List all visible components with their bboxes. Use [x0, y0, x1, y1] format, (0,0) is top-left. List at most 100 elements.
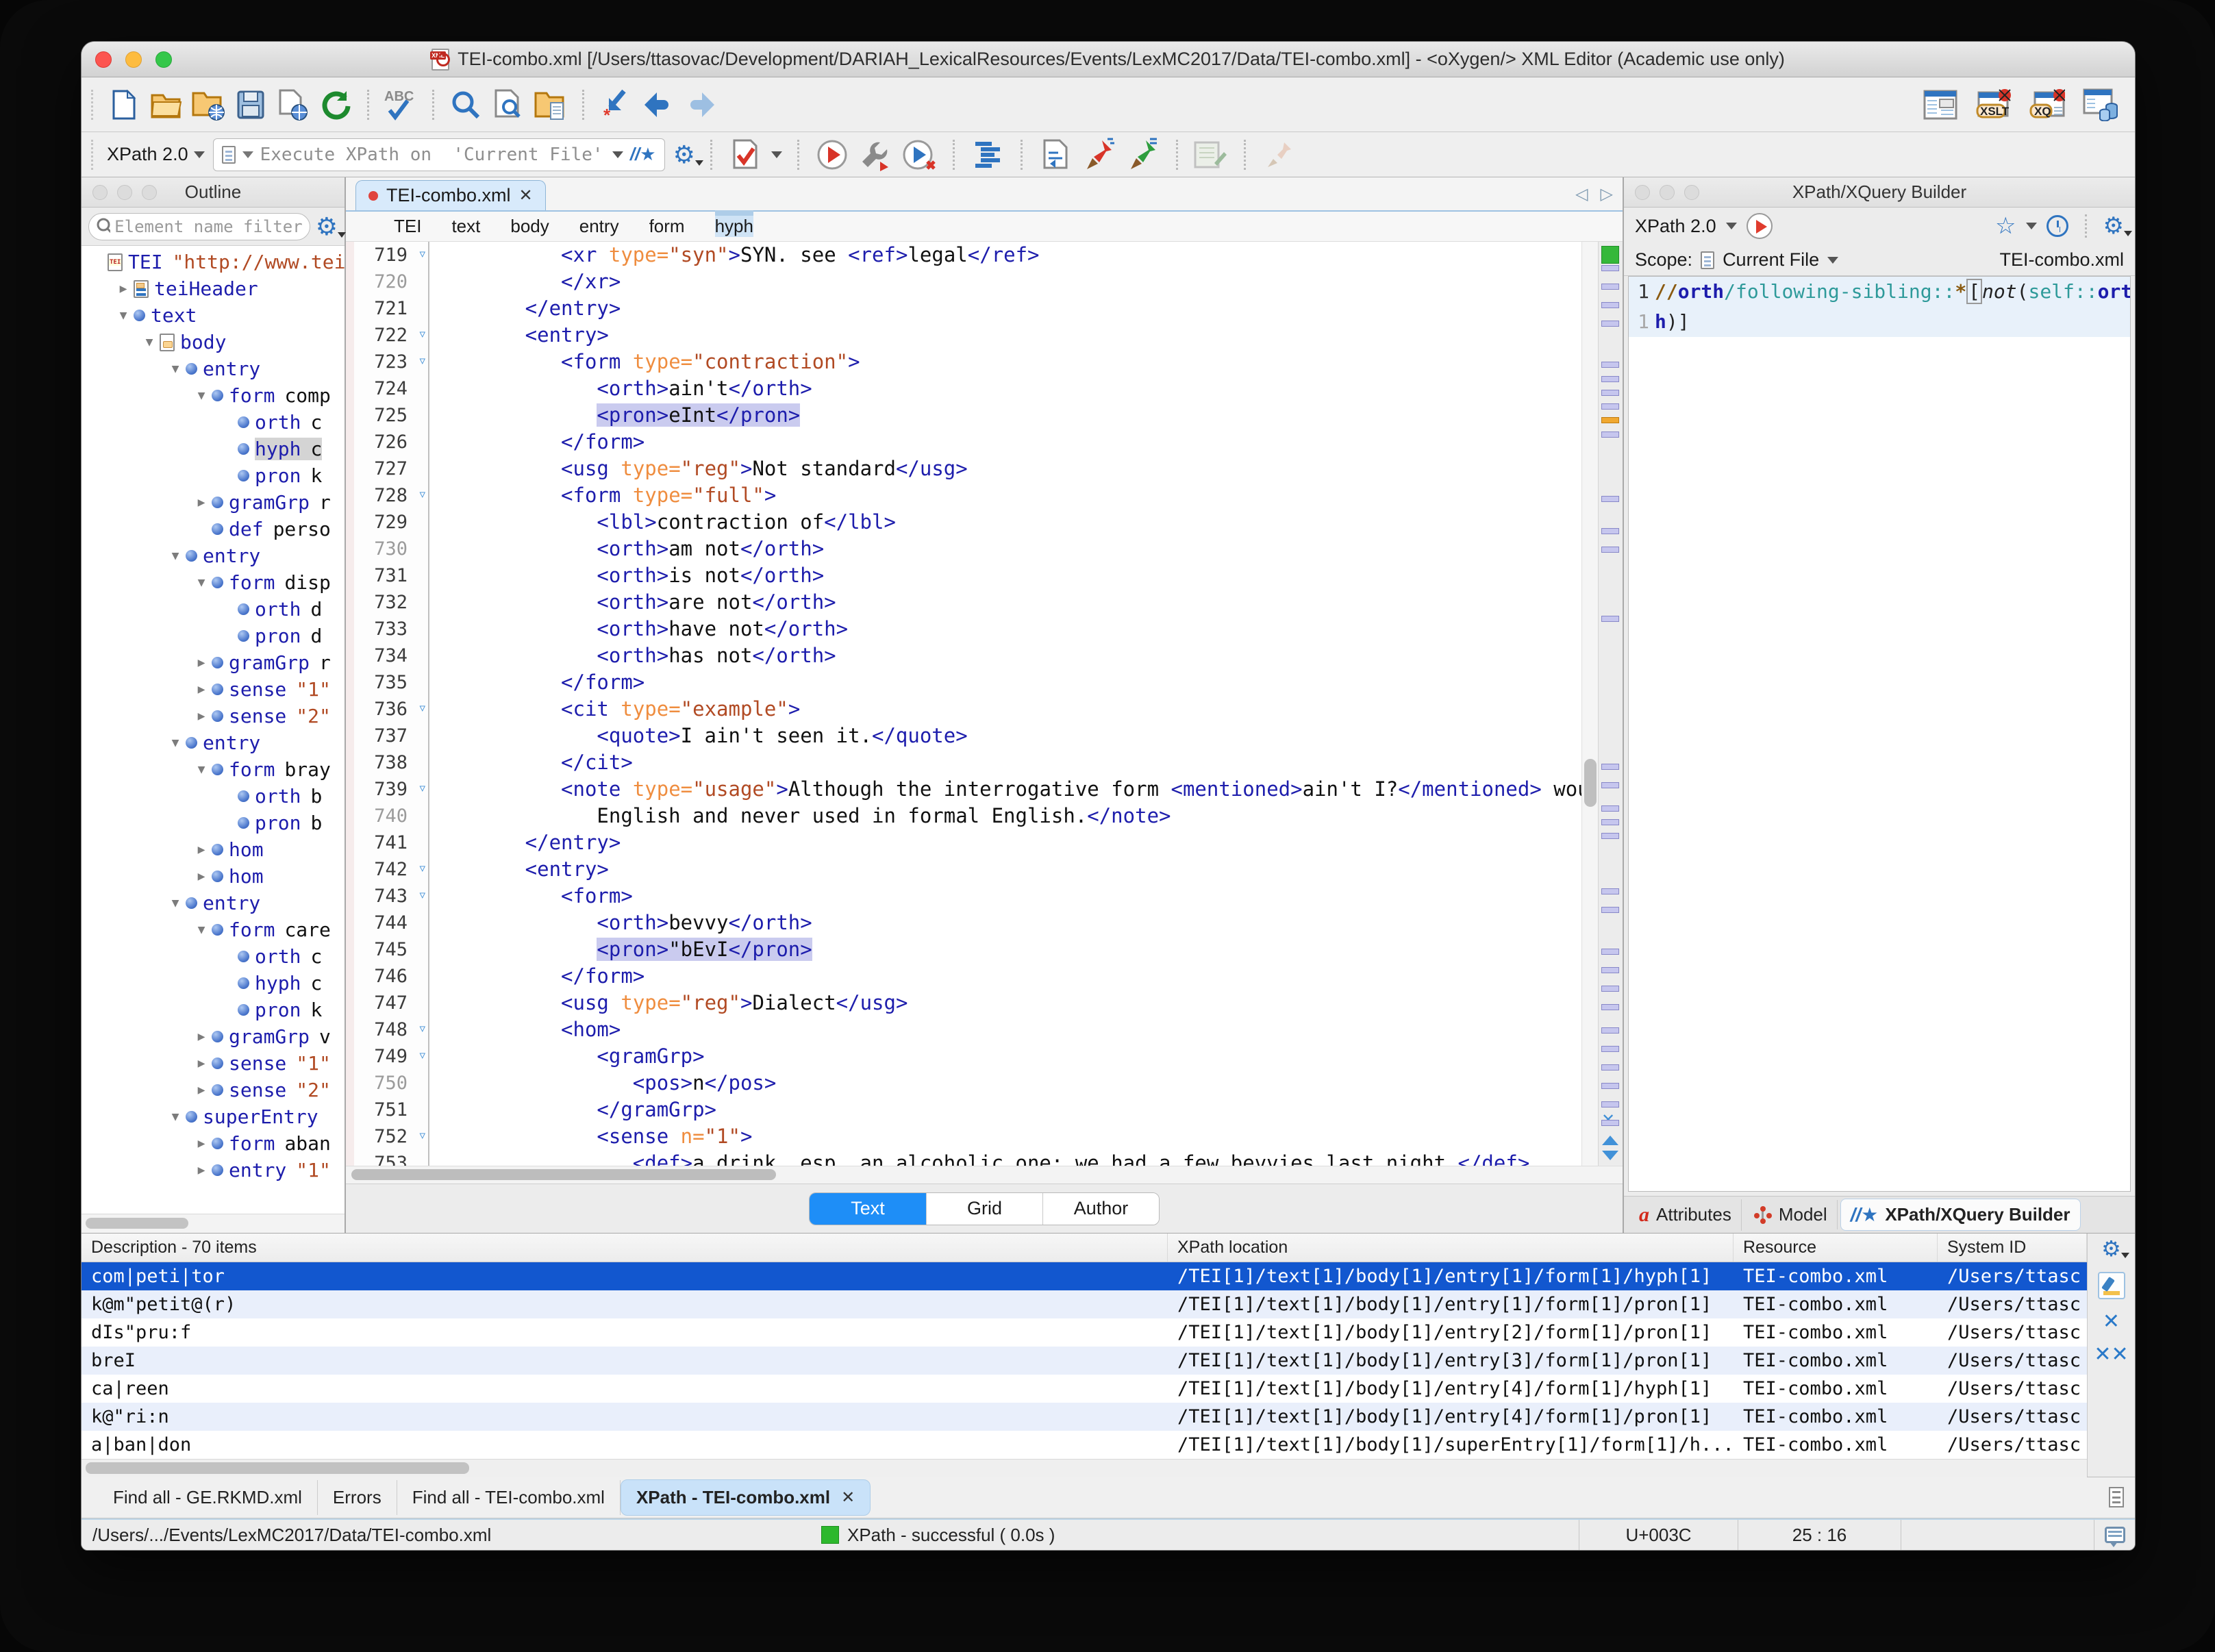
outline-item[interactable]: ▶gramGrpr: [82, 649, 345, 676]
execute-xpath-combo[interactable]: Execute XPath on 'Current File' //★: [213, 138, 665, 171]
outline-item[interactable]: prond: [82, 623, 345, 649]
outline-item[interactable]: ▶sense"2": [82, 1077, 345, 1103]
code-line[interactable]: 750<pos>n</pos>: [346, 1070, 1581, 1097]
outline-item[interactable]: hyphc: [82, 970, 345, 997]
panel-corner-icon[interactable]: [2109, 1487, 2124, 1507]
outline-item[interactable]: ▼entry: [82, 729, 345, 756]
code-line[interactable]: 733<orth>have not</orth>: [346, 616, 1581, 642]
highlight-mark[interactable]: [1601, 417, 1619, 423]
outline-item[interactable]: ▼text: [82, 302, 345, 329]
outline-item[interactable]: orthb: [82, 783, 345, 810]
code-line[interactable]: 748▿<hom>: [346, 1016, 1581, 1043]
outline-item[interactable]: ▼entry: [82, 542, 345, 569]
highlight-mark[interactable]: [1601, 1120, 1619, 1126]
debug-transformation-icon[interactable]: [902, 137, 938, 173]
xpath-engine-dropdown[interactable]: XPath 2.0: [107, 144, 205, 165]
code-line[interactable]: 741</entry>: [346, 829, 1581, 856]
code-line[interactable]: 720</xr>: [346, 268, 1581, 295]
execute-xpath-button[interactable]: [1747, 213, 1773, 239]
new-document-icon[interactable]: [105, 87, 141, 123]
code-line[interactable]: 740English and never used in formal Engl…: [346, 803, 1581, 829]
highlight-mark[interactable]: [1601, 833, 1619, 839]
result-row[interactable]: com|peti|tor/TEI[1]/text[1]/body[1]/entr…: [82, 1262, 2087, 1290]
chevron-down-icon[interactable]: [1726, 223, 1737, 229]
highlight-mark[interactable]: [1601, 888, 1619, 894]
close-tab-icon[interactable]: ✕: [519, 186, 533, 205]
code-line[interactable]: 739▿<note type="usage">Although the inte…: [346, 776, 1581, 803]
editor-vscrollbar[interactable]: [1581, 242, 1598, 1166]
outline-item[interactable]: ▶gramGrpr: [82, 489, 345, 516]
code-line[interactable]: 727<usg type="reg">Not standard</usg>: [346, 455, 1581, 482]
highlight-mark[interactable]: [1601, 1004, 1619, 1010]
outline-item[interactable]: orthc: [82, 943, 345, 970]
bottom-tab-3[interactable]: Find all - TEI-combo.xml: [397, 1480, 621, 1515]
database-perspective-icon[interactable]: [2083, 87, 2118, 123]
editor-hscrollbar[interactable]: [346, 1166, 1623, 1184]
results-settings-gear-icon[interactable]: ⚙: [2101, 1238, 2121, 1260]
chevron-down-icon[interactable]: [771, 151, 782, 158]
outline-item[interactable]: TEI"http://www.tei-: [82, 249, 345, 275]
next-highlight-icon[interactable]: [1602, 1151, 1618, 1160]
code-line[interactable]: 736▿<cit type="example">: [346, 696, 1581, 723]
code-line[interactable]: 734<orth>has not</orth>: [346, 642, 1581, 669]
outline-item[interactable]: ▼formcare: [82, 916, 345, 943]
reload-icon[interactable]: [318, 87, 353, 123]
highlight-mark[interactable]: [1601, 376, 1619, 382]
result-row[interactable]: dIs"pru:f/TEI[1]/text[1]/body[1]/entry[2…: [82, 1318, 2087, 1347]
bottom-tab-2[interactable]: Errors: [318, 1480, 397, 1515]
chevron-down-icon[interactable]: [1827, 257, 1838, 264]
code-line[interactable]: 719▿<xr type="syn">SYN. see <ref>legal</…: [346, 242, 1581, 268]
code-line[interactable]: 743▿<form>: [346, 883, 1581, 910]
outline-hscrollbar[interactable]: [82, 1214, 345, 1233]
remove-all-results-icon[interactable]: ✕✕: [2094, 1344, 2128, 1365]
outline-item[interactable]: orthd: [82, 596, 345, 623]
highlight-mark[interactable]: [1601, 431, 1619, 438]
outline-item[interactable]: ▶formaban: [82, 1130, 345, 1157]
outline-item[interactable]: ▶hom: [82, 863, 345, 890]
highlight-mark[interactable]: [1601, 390, 1619, 396]
builder-settings-gear-icon[interactable]: ⚙: [2103, 214, 2124, 238]
outline-item[interactable]: ▶sense"2": [82, 703, 345, 729]
highlight-mark[interactable]: [1601, 1027, 1619, 1034]
code-line[interactable]: 724<orth>ain't</orth>: [346, 375, 1581, 402]
view-button-grid[interactable]: Grid: [926, 1193, 1042, 1225]
outline-item[interactable]: pronk: [82, 997, 345, 1023]
outline-item[interactable]: ▼entry: [82, 355, 345, 382]
code-line[interactable]: 729<lbl>contraction of</lbl>: [346, 509, 1581, 536]
outline-item[interactable]: ▼superEntry: [82, 1103, 345, 1130]
result-row[interactable]: k@m"petit@(r)/TEI[1]/text[1]/body[1]/ent…: [82, 1290, 2087, 1318]
highlight-mark[interactable]: [1601, 362, 1619, 368]
pin-green-icon[interactable]: [1125, 137, 1161, 173]
code-line[interactable]: 737<quote>I ain't seen it.</quote>: [346, 723, 1581, 749]
result-row[interactable]: breI/TEI[1]/text[1]/body[1]/entry[3]/for…: [82, 1347, 2087, 1375]
highlight-mark[interactable]: [1601, 967, 1619, 973]
forward-icon[interactable]: [683, 87, 718, 123]
code-line[interactable]: 731<orth>is not</orth>: [346, 562, 1581, 589]
result-row[interactable]: k@"ri:n/TEI[1]/text[1]/body[1]/entry[4]/…: [82, 1403, 2087, 1431]
go-to-last-edit-icon[interactable]: *: [598, 87, 634, 123]
view-button-author[interactable]: Author: [1042, 1193, 1159, 1225]
outline-item[interactable]: ▶sense"1": [82, 676, 345, 703]
open-document-icon[interactable]: [148, 87, 184, 123]
configure-transformation-icon[interactable]: [858, 137, 894, 173]
code-line[interactable]: 753<def>a drink, esp. an alcoholic one: …: [346, 1150, 1581, 1166]
edit-scenarios-icon[interactable]: [1193, 137, 1229, 173]
highlight-mark[interactable]: [1601, 907, 1619, 913]
open-url-icon[interactable]: [190, 87, 226, 123]
highlight-mark[interactable]: [1601, 1083, 1619, 1089]
code-line[interactable]: 751</gramGrp>: [346, 1097, 1581, 1123]
scope-value-dropdown[interactable]: Current File: [1723, 249, 1819, 271]
back-icon[interactable]: [640, 87, 676, 123]
code-line[interactable]: 721</entry>: [346, 295, 1581, 322]
code-line[interactable]: 726</form>: [346, 429, 1581, 455]
highlight-mark[interactable]: [1601, 764, 1619, 770]
editor-tab[interactable]: TEI-combo.xml ✕: [355, 180, 546, 210]
code-editor[interactable]: 719▿<xr type="syn">SYN. see <ref>legal</…: [346, 242, 1581, 1166]
xpath-expression-line[interactable]: 1h)]: [1629, 307, 2130, 337]
breadcrumb-item-entry[interactable]: entry: [579, 216, 619, 237]
highlight-mark[interactable]: [1601, 805, 1619, 812]
tab-attributes[interactable]: aAttributes: [1629, 1199, 1742, 1231]
highlight-mark[interactable]: [1601, 1064, 1619, 1071]
outline-item[interactable]: pronb: [82, 810, 345, 836]
result-row[interactable]: a|ban|don/TEI[1]/text[1]/body[1]/superEn…: [82, 1431, 2087, 1459]
